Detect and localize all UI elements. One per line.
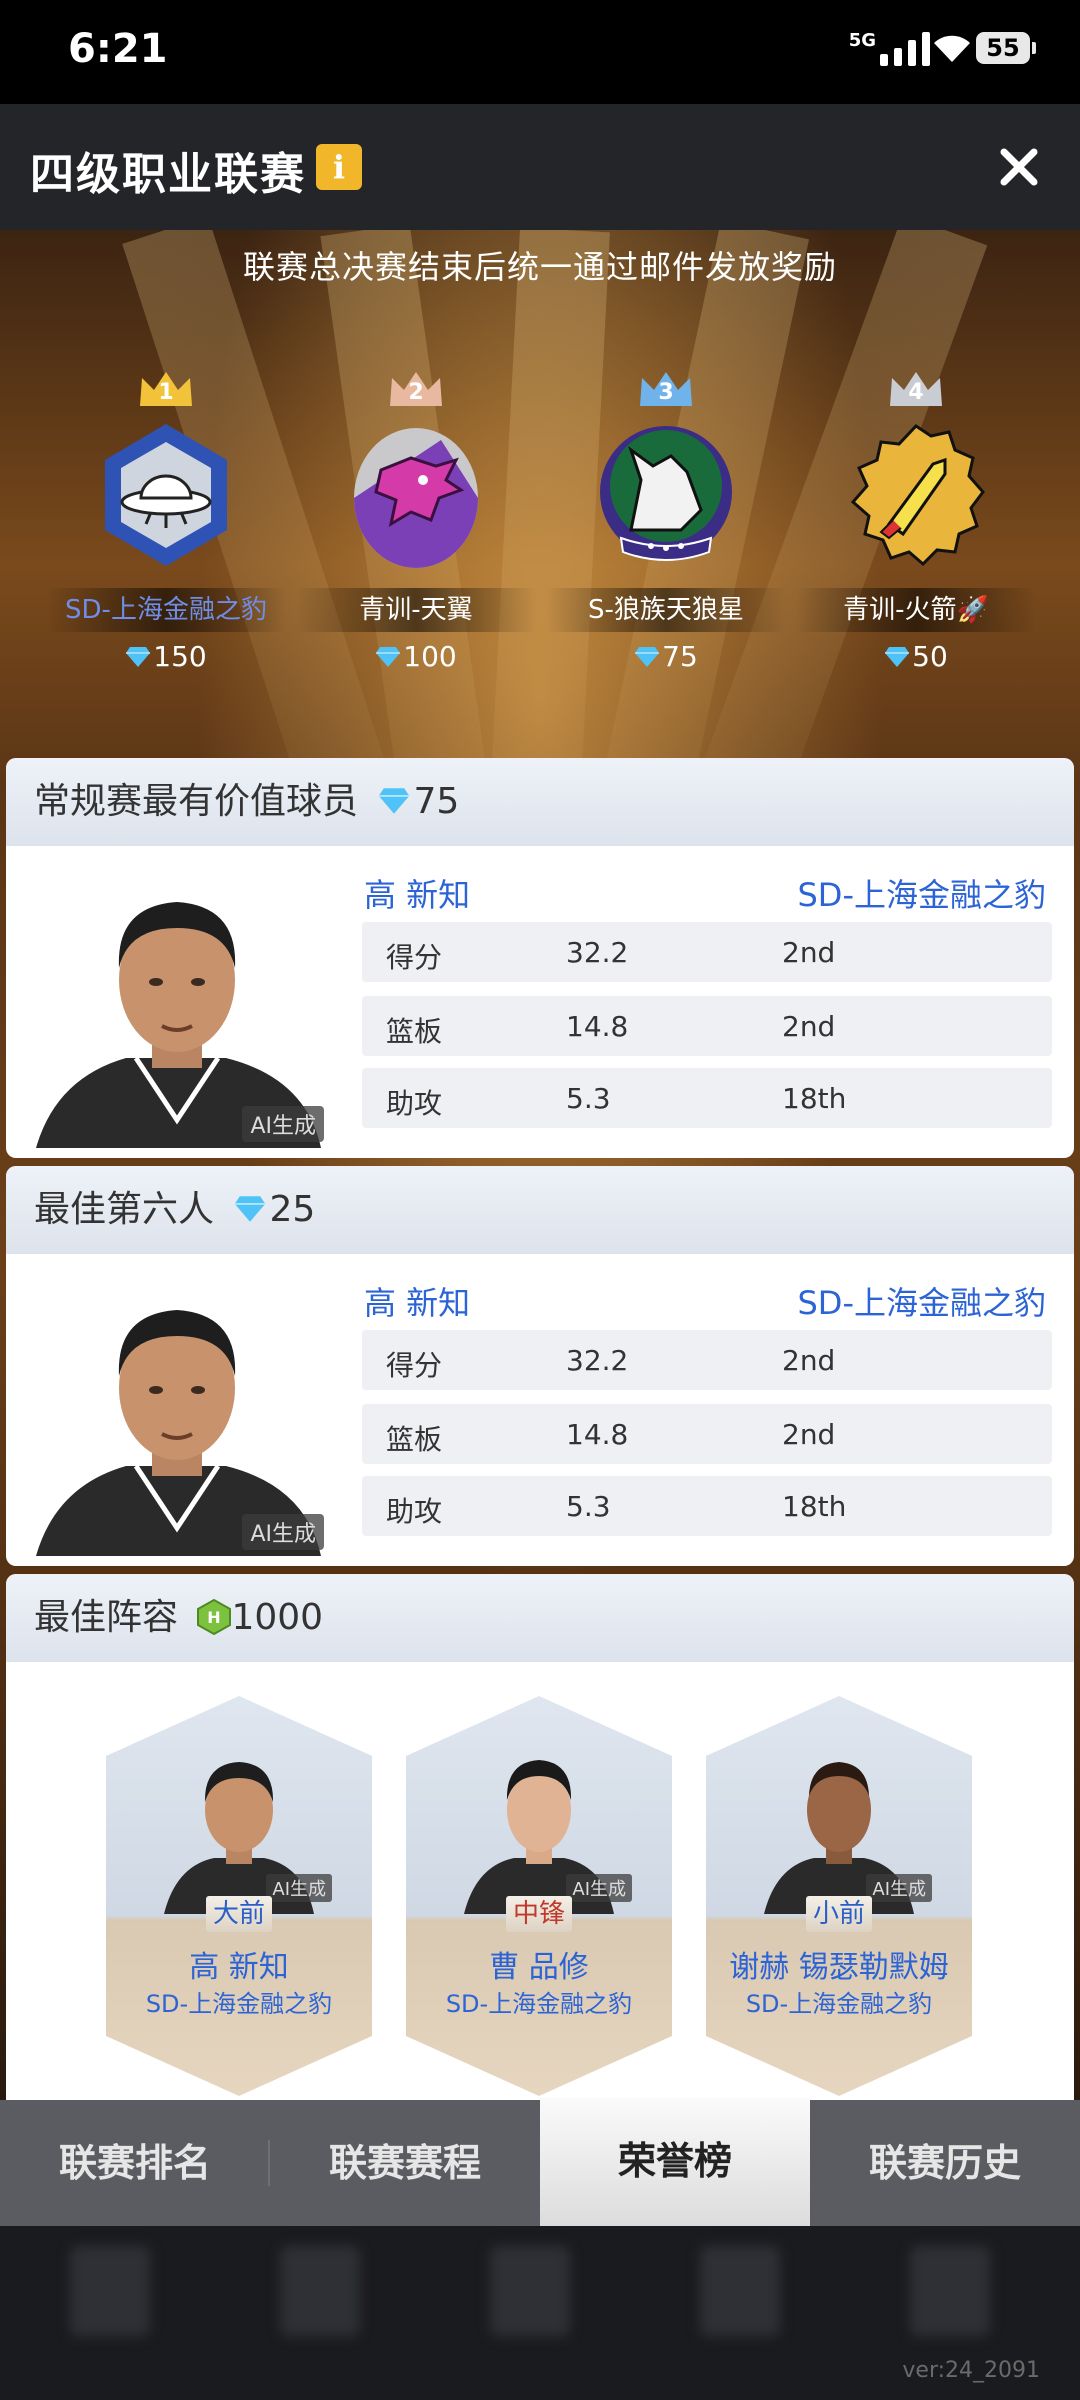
player-portrait[interactable]: AI生成 bbox=[16, 1266, 338, 1556]
best-lineup-card: 最佳阵容 H 1000 AI生成 大前 高 新知 SD-上海金融之豹 AI生成 … bbox=[6, 1574, 1074, 2100]
crown-icon: 4 bbox=[888, 370, 944, 410]
league-tab-bar: 联赛排名 联赛赛程 荣誉榜 联赛历史 bbox=[0, 2098, 1080, 2226]
player-team: SD-上海金融之豹 bbox=[445, 1990, 633, 2018]
cellular-signal-icon: 5G bbox=[849, 30, 930, 66]
stat-row: 篮板 14.8 2nd bbox=[362, 1404, 1052, 1464]
network-type: 5G bbox=[848, 30, 876, 51]
stat-row: 助攻 5.3 18th bbox=[362, 1068, 1052, 1128]
wifi-icon bbox=[934, 35, 970, 62]
card-header: 常规赛最有价值球员 75 bbox=[6, 758, 1074, 846]
team-name: SD-上海金融之豹 bbox=[46, 588, 286, 632]
page-title: 四级职业联赛 bbox=[30, 149, 306, 200]
crown-icon: 2 bbox=[388, 370, 444, 410]
mvp-card: 常规赛最有价值球员 75 AI生成 高 新知 SD-上海金融之豹 得分 32.2 2… bbox=[6, 758, 1074, 1158]
player-team[interactable]: SD-上海金融之豹 bbox=[797, 870, 1046, 916]
diamond-icon bbox=[376, 647, 401, 667]
card-title: 最佳阵容 bbox=[34, 1597, 179, 1638]
card-header: 最佳第六人 25 bbox=[6, 1166, 1074, 1254]
reward: 100 bbox=[296, 640, 536, 673]
battery-indicator: 55 bbox=[976, 32, 1036, 64]
lineup-player[interactable]: AI生成 中锋 曹 品修 SD-上海金融之豹 bbox=[406, 1696, 672, 2096]
player-portrait[interactable]: AI生成 bbox=[16, 858, 338, 1148]
diamond-icon bbox=[126, 647, 151, 667]
version-label: ver:24_2091 bbox=[902, 2358, 1040, 2383]
ai-generated-tag: AI生成 bbox=[242, 1106, 324, 1142]
title-bar: 四级职业联赛 i bbox=[0, 104, 1080, 230]
info-icon[interactable]: i bbox=[316, 144, 362, 190]
player-team[interactable]: SD-上海金融之豹 bbox=[797, 1278, 1046, 1324]
diamond-icon bbox=[885, 647, 910, 667]
card-title: 最佳第六人 bbox=[34, 1189, 215, 1230]
reward: 150 bbox=[46, 640, 286, 673]
position-tag: 中锋 bbox=[506, 1896, 572, 1932]
stat-row: 得分 32.2 2nd bbox=[362, 1330, 1052, 1390]
player-team: SD-上海金融之豹 bbox=[745, 1990, 933, 2018]
tab-honor-board[interactable]: 荣誉榜 bbox=[540, 2098, 810, 2226]
reward: 50 bbox=[796, 640, 1036, 673]
ai-generated-tag: AI生成 bbox=[242, 1514, 324, 1550]
lineup-player[interactable]: AI生成 大前 高 新知 SD-上海金融之豹 bbox=[106, 1696, 372, 2096]
ai-generated-tag: AI生成 bbox=[266, 1874, 332, 1902]
reward: 75 bbox=[546, 640, 786, 673]
card-reward: 1000 bbox=[231, 1597, 324, 1638]
diamond-icon bbox=[635, 647, 660, 667]
reward-notice: 联赛总决赛结束后统一通过邮件发放奖励 bbox=[242, 248, 837, 286]
lineup-player[interactable]: AI生成 小前 谢赫 锡瑟勒默姆 SD-上海金融之豹 bbox=[706, 1696, 972, 2096]
crown-icon: 3 bbox=[638, 370, 694, 410]
player-name: 谢赫 锡瑟勒默姆 bbox=[729, 1950, 949, 1985]
card-reward: 75 bbox=[413, 781, 460, 822]
podium-rank-2[interactable]: 2 青训-天翼 100 bbox=[296, 370, 536, 673]
position-tag: 小前 bbox=[806, 1896, 872, 1932]
status-time: 6:21 bbox=[68, 26, 168, 72]
team-name: 青训-天翼 bbox=[296, 588, 536, 632]
stat-row: 助攻 5.3 18th bbox=[362, 1476, 1052, 1536]
diamond-icon bbox=[235, 1196, 266, 1222]
team-logo-rocket bbox=[850, 424, 985, 567]
tab-league-ranking[interactable]: 联赛排名 bbox=[0, 2100, 270, 2226]
team-logo-dragon bbox=[354, 428, 478, 568]
ai-generated-tag: AI生成 bbox=[566, 1874, 632, 1902]
stat-row: 篮板 14.8 2nd bbox=[362, 996, 1052, 1056]
team-name: S-狼族天狼星 bbox=[546, 588, 786, 632]
podium-rank-4[interactable]: 4 青训-火箭🚀 50 bbox=[796, 370, 1036, 673]
team-name: 青训-火箭🚀 bbox=[796, 588, 1036, 632]
card-title: 常规赛最有价值球员 bbox=[34, 781, 359, 822]
tab-league-history[interactable]: 联赛历史 bbox=[810, 2100, 1080, 2226]
podium-rank-1[interactable]: 1 SD-上海金融之豹 150 bbox=[46, 370, 286, 673]
player-name[interactable]: 高 新知 bbox=[364, 870, 470, 916]
team-logo-sd-leopards bbox=[105, 424, 227, 566]
svg-text:H: H bbox=[208, 1608, 221, 1627]
player-name: 高 新知 bbox=[189, 1950, 289, 1985]
crown-icon: 1 bbox=[138, 370, 194, 410]
position-tag: 大前 bbox=[206, 1896, 272, 1932]
team-logo-wolf bbox=[600, 426, 732, 561]
tab-league-schedule[interactable]: 联赛赛程 bbox=[270, 2100, 540, 2226]
stat-row: 得分 32.2 2nd bbox=[362, 922, 1052, 982]
close-icon[interactable] bbox=[992, 140, 1046, 194]
card-reward: 25 bbox=[269, 1189, 316, 1230]
podium-rank-3[interactable]: 3 S-狼族天狼星 75 bbox=[546, 370, 786, 673]
sixth-man-card: 最佳第六人 25 AI生成 高 新知 SD-上海金融之豹 得分 32.2 2nd 篮… bbox=[6, 1166, 1074, 1566]
hexagon-coin-icon: H bbox=[197, 1598, 232, 1636]
honor-board: 联赛总决赛结束后统一通过邮件发放奖励 1 SD-上海金融之豹 150 2 青训-… bbox=[0, 230, 1080, 2100]
ai-generated-tag: AI生成 bbox=[866, 1874, 932, 1902]
player-team: SD-上海金融之豹 bbox=[145, 1990, 333, 2018]
card-header: 最佳阵容 H 1000 bbox=[6, 1574, 1074, 1662]
player-name[interactable]: 高 新知 bbox=[364, 1278, 470, 1324]
player-name: 曹 品修 bbox=[489, 1950, 589, 1985]
status-bar: 6:21 5G 55 bbox=[0, 0, 1080, 104]
diamond-icon bbox=[379, 788, 410, 814]
